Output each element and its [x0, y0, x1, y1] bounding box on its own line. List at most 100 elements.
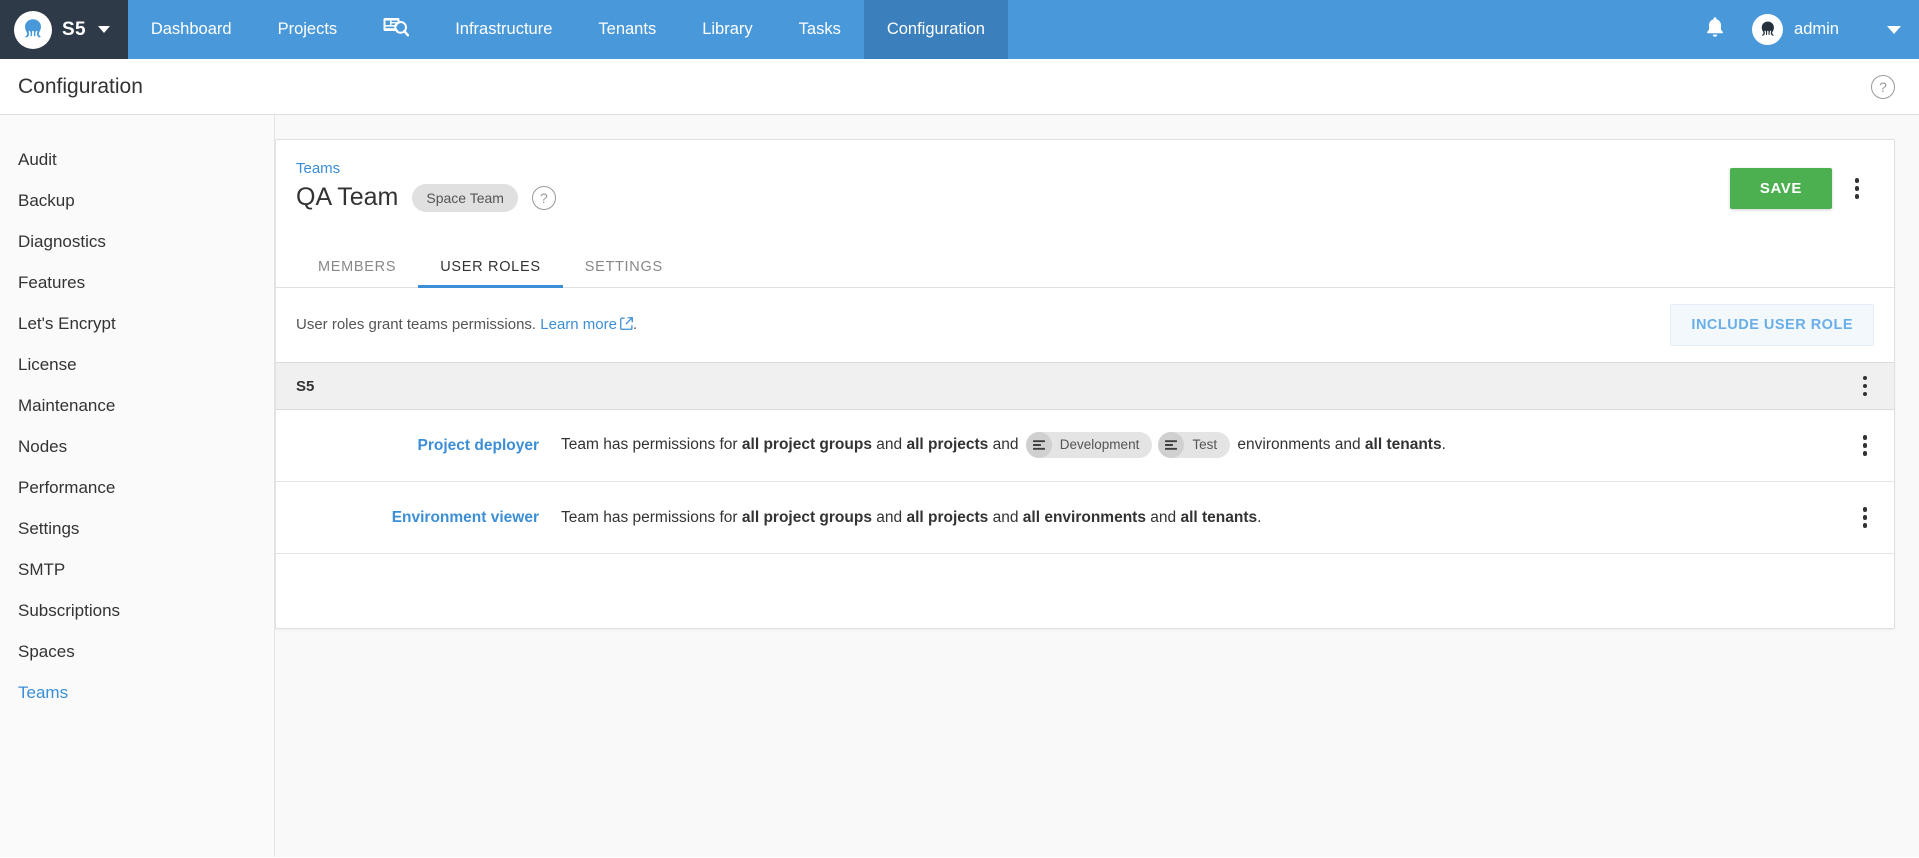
user-name-label: admin: [1794, 20, 1839, 38]
sidebar-item-backup[interactable]: Backup: [0, 180, 274, 221]
nav-item-label: Dashboard: [150, 20, 232, 38]
help-glyph: ?: [1879, 78, 1887, 95]
notifications-button[interactable]: [1692, 7, 1738, 53]
kebab-dot: [1854, 194, 1860, 199]
kebab-menu-icon[interactable]: [1848, 369, 1882, 403]
kebab-dot: [1854, 186, 1860, 191]
sidebar-item-label: Features: [18, 272, 86, 292]
octopus-logo-icon: [14, 10, 52, 49]
sidebar-item-label: Settings: [18, 518, 80, 538]
tab-label: SETTINGS: [584, 259, 663, 275]
team-tabs: MEMBERS USER ROLES SETTINGS: [276, 240, 1894, 288]
role-description-emphasis: all tenants: [1364, 436, 1442, 454]
sidebar-item-label: Teams: [18, 682, 69, 702]
save-button[interactable]: SAVE: [1729, 168, 1832, 209]
info-text: User roles grant teams permissions. Lear…: [296, 316, 637, 334]
tab-label: MEMBERS: [318, 259, 397, 275]
user-menu[interactable]: admin: [1742, 14, 1845, 45]
sidebar-item-features[interactable]: Features: [0, 262, 274, 303]
sidebar-item-spaces[interactable]: Spaces: [0, 631, 274, 672]
nav-item-label: Library: [702, 20, 753, 38]
role-name-link[interactable]: Project deployer: [296, 437, 561, 455]
role-description-emphasis: all project groups: [741, 508, 872, 526]
help-circle-icon[interactable]: ?: [1871, 74, 1895, 99]
team-identity: Teams QA Team Space Team ?: [296, 160, 556, 212]
nav-item-label: Tasks: [798, 20, 841, 38]
sidebar-item-label: Maintenance: [18, 395, 116, 415]
nav-item-projects[interactable]: Projects: [255, 0, 361, 59]
breadcrumb[interactable]: Teams: [296, 160, 556, 177]
sidebar-item-maintenance[interactable]: Maintenance: [0, 385, 274, 426]
team-title-row: QA Team Space Team ?: [296, 183, 556, 212]
chevron-down-icon: [97, 26, 110, 33]
sidebar-item-teams[interactable]: Teams: [0, 672, 274, 713]
page-body: Audit Backup Diagnostics Features Let's …: [0, 115, 1919, 857]
status-badge: Space Team: [412, 183, 518, 212]
card-footer-row: [276, 554, 1894, 628]
sidebar-item-nodes[interactable]: Nodes: [0, 426, 274, 467]
environment-chip-label: Test: [1192, 437, 1218, 453]
role-description-emphasis: all projects: [906, 436, 989, 454]
environment-icon: [1158, 432, 1185, 459]
sidebar-item-label: Backup: [18, 190, 75, 210]
tab-members[interactable]: MEMBERS: [296, 259, 418, 287]
environment-chip-label: Development: [1059, 437, 1140, 453]
team-card-header: Teams QA Team Space Team ? SAVE: [276, 140, 1894, 240]
sidebar-item-lets-encrypt[interactable]: Let's Encrypt: [0, 303, 274, 344]
nav-item-search-projects[interactable]: [360, 0, 432, 59]
tab-settings[interactable]: SETTINGS: [563, 259, 685, 287]
nav-item-infrastructure[interactable]: Infrastructure: [432, 0, 575, 59]
role-description-emphasis: all environments: [1022, 508, 1146, 526]
environment-chip: Test: [1158, 432, 1231, 459]
page-header: Configuration ?: [0, 59, 1919, 115]
kebab-dot: [1862, 507, 1868, 512]
space-switcher[interactable]: S5: [0, 0, 128, 59]
nav-item-tasks[interactable]: Tasks: [776, 0, 864, 59]
sidebar-item-label: Let's Encrypt: [18, 313, 116, 333]
sidebar-item-label: Diagnostics: [18, 231, 106, 251]
sidebar-item-settings[interactable]: Settings: [0, 508, 274, 549]
nav-item-library[interactable]: Library: [679, 0, 775, 59]
kebab-menu-icon[interactable]: [1848, 429, 1882, 463]
sidebar-item-smtp[interactable]: SMTP: [0, 549, 274, 590]
include-user-role-button[interactable]: INCLUDE USER ROLE: [1670, 304, 1874, 346]
kebab-dot: [1862, 451, 1868, 456]
octopus-avatar-icon: [1761, 21, 1774, 36]
sidebar-item-subscriptions[interactable]: Subscriptions: [0, 590, 274, 631]
role-group-title: S5: [296, 377, 315, 395]
environment-icon: [1025, 432, 1052, 459]
sidebar-item-license[interactable]: License: [0, 344, 274, 385]
nav-item-tenants[interactable]: Tenants: [575, 0, 679, 59]
kebab-menu-icon[interactable]: [1848, 501, 1882, 535]
sidebar-item-label: Spaces: [18, 641, 75, 661]
sidebar-item-audit[interactable]: Audit: [0, 139, 274, 180]
chevron-down-icon[interactable]: [1887, 25, 1901, 34]
primary-nav-items: Dashboard Projects Infrastructure Tenant…: [128, 0, 1008, 59]
avatar: [1752, 14, 1784, 45]
external-link-icon[interactable]: [620, 317, 633, 334]
top-navigation-bar: S5 Dashboard Projects Infrastructure Ten…: [0, 0, 1919, 59]
page-title: Configuration: [18, 74, 143, 98]
kebab-menu-icon[interactable]: [1840, 172, 1874, 206]
sidebar-item-label: License: [18, 354, 77, 374]
table-row[interactable]: Project deployer Team has permissions fo…: [276, 410, 1894, 482]
role-name-link[interactable]: Environment viewer: [296, 509, 561, 527]
sidebar-item-performance[interactable]: Performance: [0, 467, 274, 508]
info-text-after: .: [632, 316, 638, 333]
sidebar-item-label: SMTP: [18, 559, 66, 579]
team-actions: SAVE: [1729, 160, 1874, 209]
nav-item-label: Tenants: [598, 20, 657, 38]
role-description: Team has permissions for all project gro…: [561, 508, 1262, 526]
sidebar-item-diagnostics[interactable]: Diagnostics: [0, 221, 274, 262]
nav-item-configuration[interactable]: Configuration: [863, 0, 1008, 59]
tab-user-roles[interactable]: USER ROLES: [418, 259, 564, 288]
nav-item-dashboard[interactable]: Dashboard: [128, 0, 255, 59]
configuration-sidebar: Audit Backup Diagnostics Features Let's …: [0, 115, 275, 857]
table-row[interactable]: Environment viewer Team has permissions …: [276, 482, 1894, 554]
role-description-emphasis: all projects: [906, 508, 989, 526]
main-content: Teams QA Team Space Team ? SAVE MEMBERS …: [275, 115, 1919, 857]
learn-more-link[interactable]: Learn more: [540, 316, 617, 333]
environment-chip: Development: [1025, 432, 1153, 459]
role-description-emphasis: all project groups: [741, 436, 872, 454]
help-circle-icon[interactable]: ?: [531, 185, 556, 210]
